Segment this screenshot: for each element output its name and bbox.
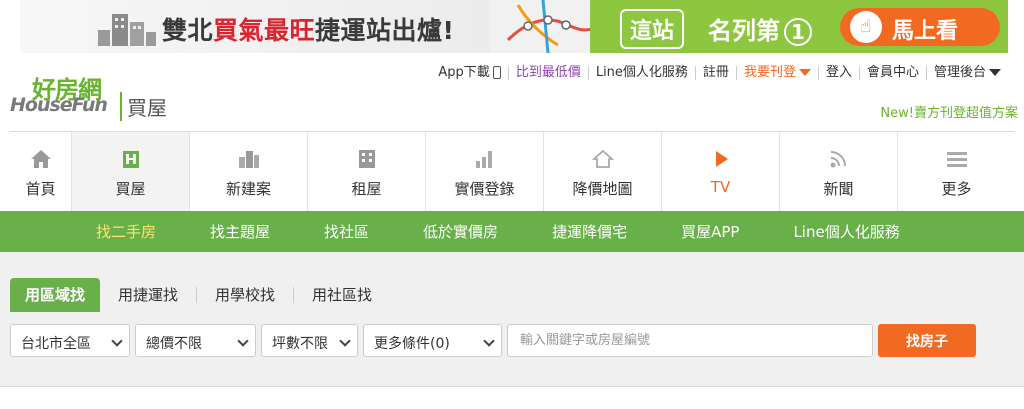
banner-rank: 名列第 1 [708,11,812,46]
price-select[interactable]: 總價不限 [135,324,256,357]
region-select-value: 台北市全區 [21,336,91,352]
lowest-price-link[interactable]: 比到最低價 [507,66,588,80]
find-house-button[interactable]: 找房子 [878,324,976,357]
size-select-value: 坪數不限 [272,336,328,352]
banner-text-suffix: 捷運站出爐! [315,16,455,45]
admin-backend-label: 管理後台 [933,65,986,80]
search-filters: 台北市全區 總價不限 坪數不限 更多條件(0) 找房子 [10,324,976,357]
register-link[interactable]: 註冊 [694,66,736,80]
app-download-label: App下載 [438,65,490,80]
more-conditions-select[interactable]: 更多條件(0) [363,324,502,357]
main-nav-label: 實價登錄 [454,180,515,198]
site-logo[interactable]: 好房網 HouseFun 買屋 [10,70,190,121]
app-download-link[interactable]: App下載 [431,66,507,80]
hand-pointer-icon: ☝ [850,11,882,43]
sub-nav-app[interactable]: 買屋APP [681,221,739,242]
chevron-down-icon [237,335,249,347]
house-icon [122,151,139,168]
chevron-down-icon [339,335,351,347]
phone-icon [492,66,501,79]
chevron-down-icon [483,335,495,347]
main-nav-more[interactable]: 更多 [897,132,1015,211]
logo-en-text: HouseFun [10,94,108,116]
main-nav-label: 新聞 [823,180,854,198]
banner-cta-label: 馬上看 [892,19,959,44]
banner-rank-number: 1 [784,18,812,46]
main-nav-label: 新建案 [225,180,271,198]
main-nav-label: 買屋 [115,180,146,198]
top-banner-ad[interactable]: 雙北買氣最旺捷運站出爐! 這站 名列第 1 ☝ 馬上看 [20,0,1008,53]
buildings-icon [98,14,156,46]
sub-nav: 找二手房 找主題屋 找社區 低於實價房 捷運降價宅 買屋APP Line個人化服… [0,211,1024,252]
main-nav-rent[interactable]: 租屋 [307,132,425,211]
sub-nav-second-hand[interactable]: 找二手房 [96,221,156,242]
main-nav-tv[interactable]: TV [661,132,779,211]
search-panel: 用區域找 用捷運找 用學校找 用社區找 台北市全區 總價不限 坪數不限 更多條件… [0,252,1024,387]
line-service-link[interactable]: Line個人化服務 [587,66,695,80]
post-ad-menu[interactable]: 我要刊登 [735,65,818,80]
more-conditions-value: 更多條件(0) [374,336,450,352]
chevron-down-icon [989,69,1001,76]
search-tab-community[interactable]: 用社區找 [293,287,390,303]
search-tab-school[interactable]: 用學校找 [196,287,293,303]
sub-nav-below-price[interactable]: 低於實價房 [423,221,498,242]
seller-promo-link[interactable]: New!賣方刊登超值方案 [880,102,1018,121]
sub-nav-mrt-drop[interactable]: 捷運降價宅 [552,221,627,242]
house-outline-icon [591,149,614,168]
main-nav-label: 更多 [941,180,972,198]
admin-backend-menu[interactable]: 管理後台 [925,65,1008,80]
sub-nav-community[interactable]: 找社區 [324,221,369,242]
login-link[interactable]: 登入 [817,66,859,80]
top-nav: App下載 比到最低價 Line個人化服務 註冊 我要刊登 登入 會員中心 管理… [431,66,1008,80]
logo-section-label: 買屋 [120,92,167,121]
main-nav-label: 降價地圖 [572,180,633,198]
home-icon [30,150,51,168]
post-ad-label: 我要刊登 [743,65,796,80]
main-nav-home[interactable]: 首頁 [10,132,71,211]
main-nav-label: TV [710,178,731,196]
chevron-down-icon [798,69,811,76]
main-nav-new-projects[interactable]: 新建案 [189,132,307,211]
main-nav-buy[interactable]: 買屋 [71,132,189,211]
main-nav-label: 租屋 [351,180,382,198]
main-nav-label: 首頁 [25,180,56,198]
search-tabs: 用區域找 用捷運找 用學校找 用社區找 [10,278,390,312]
search-tab-mrt[interactable]: 用捷運找 [100,287,196,303]
main-nav-news[interactable]: 新聞 [779,132,897,211]
banner-headline: 雙北買氣最旺捷運站出爐! [162,11,454,47]
chevron-down-icon [111,335,123,347]
banner-cta-button[interactable]: ☝ 馬上看 [840,8,1000,46]
banner-right-panel: 這站 名列第 1 ☝ 馬上看 [590,0,1008,53]
banner-text-prefix: 雙北 [162,16,214,45]
member-center-link[interactable]: 會員中心 [858,66,926,80]
main-nav: 首頁 買屋 新建案 租屋 實價登錄 降價地圖 TV 新聞 更多 [10,131,1015,211]
sub-nav-theme-house[interactable]: 找主題屋 [210,221,270,242]
region-select[interactable]: 台北市全區 [10,324,130,357]
apartment-icon [358,150,375,168]
menu-icon [946,152,967,167]
size-select[interactable]: 坪數不限 [261,324,358,357]
main-nav-price-drop-map[interactable]: 降價地圖 [543,132,661,211]
price-select-value: 總價不限 [146,336,202,352]
rss-icon [830,151,846,168]
banner-text-highlight: 買氣最旺 [213,16,316,45]
sub-nav-line[interactable]: Line個人化服務 [793,221,899,242]
play-icon [715,151,728,167]
keyword-search-input[interactable] [507,324,873,357]
banner-rank-label: 名列第 [708,17,780,45]
bar-chart-icon [475,151,492,168]
search-tab-region[interactable]: 用區域找 [10,278,101,312]
main-nav-actual-price[interactable]: 實價登錄 [425,132,543,211]
banner-station-label: 這站 [620,9,685,49]
buildings-icon [238,151,259,168]
